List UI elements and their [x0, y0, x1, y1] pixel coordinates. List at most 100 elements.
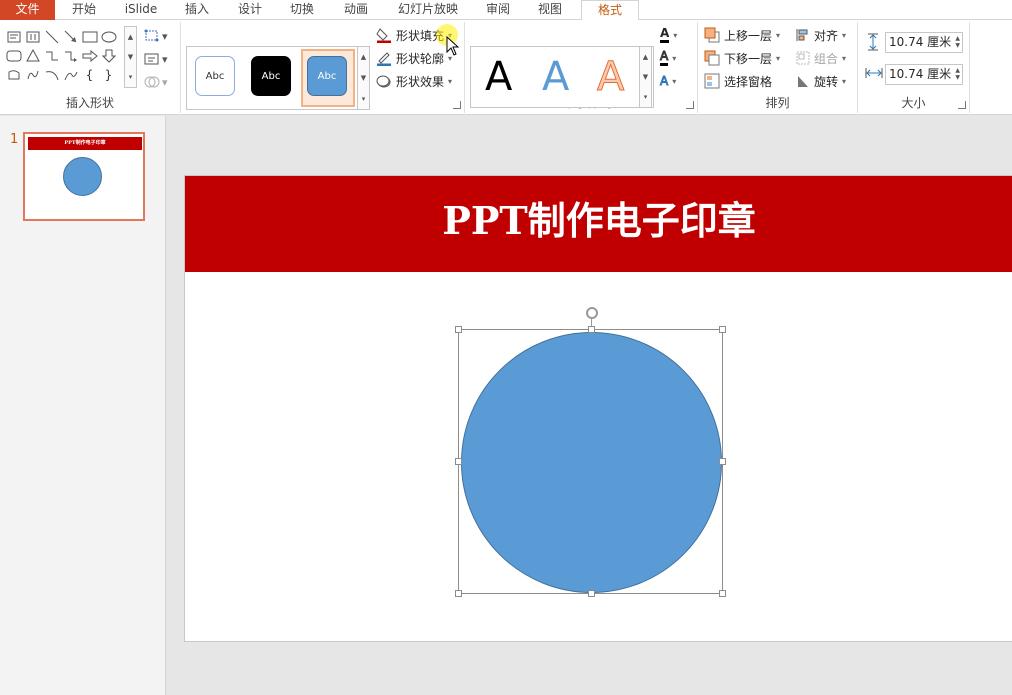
send-backward-icon — [704, 50, 720, 66]
style-sample-dark[interactable]: Abc — [251, 56, 291, 96]
text-outline-button[interactable]: A ▾ — [659, 48, 676, 68]
text-fill-button[interactable]: A ▾ — [660, 25, 677, 45]
resize-handle-right[interactable] — [719, 458, 726, 465]
paint-bucket-icon — [376, 28, 391, 43]
left-brace-shape-icon[interactable]: { — [80, 65, 99, 84]
textbox-shape-icon[interactable] — [4, 27, 23, 46]
group-label-insert-shapes: 插入形状 — [65, 96, 114, 110]
resize-handle-bottom-left[interactable] — [455, 590, 462, 597]
curve-shape-icon[interactable] — [61, 65, 80, 84]
merge-shapes-icon — [144, 76, 160, 88]
tab-home[interactable]: 开始 — [62, 0, 106, 20]
resize-handle-left[interactable] — [455, 458, 462, 465]
shapes-gallery-scroll[interactable]: ▲ ▼ ▾ — [124, 26, 137, 88]
down-arrow-shape-icon[interactable] — [99, 46, 118, 65]
tab-design[interactable]: 设计 — [228, 0, 272, 20]
ribbon: { } ▲▼▾ ▾ ▾ ▾ 插入形状 形状样式 Abc Abc Abc ▲▼▾ … — [0, 20, 1012, 115]
slide-thumbnail-pane: 1 PPT制作电子印章 — [0, 116, 166, 695]
wordart-scroll[interactable]: ▲ ▼ ▾ — [639, 46, 652, 108]
tab-transitions[interactable]: 切换 — [280, 0, 324, 20]
textbox-icon — [144, 53, 159, 65]
triangle-shape-icon[interactable] — [23, 46, 42, 65]
resize-handle-top-left[interactable] — [455, 326, 462, 333]
wordart-sample-black[interactable]: A — [485, 51, 512, 103]
resize-handle-bottom[interactable] — [588, 590, 595, 597]
slide-editor: PPT制作电子印章 — [167, 116, 1012, 695]
shape-height-input[interactable]: 10.74 厘米 ▲ ▼ — [885, 32, 963, 53]
selection-frame — [455, 307, 726, 597]
group-label-arrange: 排列 — [765, 96, 790, 110]
shape-effects-button[interactable]: 形状效果 ▾ — [376, 71, 452, 91]
selection-pane-icon — [704, 73, 720, 89]
resize-handle-top[interactable] — [588, 326, 595, 333]
height-spinner[interactable]: ▲ ▼ — [955, 35, 960, 49]
elbow-connector-shape-icon[interactable] — [42, 46, 61, 65]
shape-styles-scroll[interactable]: ▲ ▼ ▾ — [357, 46, 370, 110]
resize-handle-bottom-right[interactable] — [719, 590, 726, 597]
wordart-sample-orange[interactable]: A — [596, 51, 624, 103]
rotate-button[interactable]: 旋转 ▾ — [796, 71, 846, 91]
title-banner[interactable]: PPT制作电子印章 — [185, 176, 1012, 272]
tab-view[interactable]: 视图 — [528, 0, 572, 20]
resize-handle-top-right[interactable] — [719, 326, 726, 333]
bring-forward-button[interactable]: 上移一层 ▾ — [704, 25, 780, 45]
circle-shape[interactable] — [461, 332, 722, 593]
arrow-line-shape-icon[interactable] — [61, 27, 80, 46]
tab-slideshow[interactable]: 幻灯片放映 — [390, 0, 466, 20]
text-outline-icon: A — [659, 49, 669, 66]
tab-insert[interactable]: 插入 — [175, 0, 219, 20]
group-insert-shapes: { } ▲ ▼ ▾ ▾ ▾ ▾ 插入形状 — [0, 22, 181, 113]
shapes-gallery: { } — [4, 27, 122, 85]
text-effects-button[interactable]: A ▾ — [659, 71, 676, 91]
freeform-shape-icon[interactable] — [4, 65, 23, 84]
align-icon — [796, 29, 808, 41]
align-button[interactable]: 对齐 ▾ — [796, 25, 846, 45]
rectangle-shape-icon[interactable] — [80, 27, 99, 46]
wordart-launcher-icon[interactable] — [686, 101, 694, 109]
send-backward-button[interactable]: 下移一层 ▾ — [704, 48, 780, 68]
mouse-pointer-icon — [446, 36, 460, 56]
tab-animations[interactable]: 动画 — [334, 0, 378, 20]
elbow-arrow-shape-icon[interactable] — [61, 46, 80, 65]
text-box-button[interactable]: ▾ — [144, 52, 168, 66]
style-sample-blue[interactable]: Abc — [307, 56, 347, 96]
tab-islide[interactable]: iSlide — [115, 0, 167, 20]
vertical-textbox-shape-icon[interactable] — [23, 27, 42, 46]
wordart-sample-blue[interactable]: A — [542, 51, 569, 103]
width-spinner[interactable]: ▲ ▼ — [955, 67, 960, 81]
tab-format[interactable]: 格式 — [581, 0, 639, 21]
group-label-size: 大小 — [901, 96, 926, 110]
shape-height-icon — [868, 33, 878, 51]
right-brace-shape-icon[interactable]: } — [99, 65, 118, 84]
slide-thumbnail[interactable]: PPT制作电子印章 — [23, 132, 145, 221]
rotate-triangle-icon — [798, 76, 808, 87]
thumbnail-circle — [63, 157, 102, 196]
arc-shape-icon[interactable] — [42, 65, 61, 84]
shape-effects-icon — [376, 75, 391, 88]
shape-width-input[interactable]: 10.74 厘米 ▲ ▼ — [885, 64, 963, 85]
slide-number: 1 — [10, 132, 19, 147]
rotate-handle-icon[interactable] — [586, 307, 598, 319]
rounded-rectangle-shape-icon[interactable] — [4, 46, 23, 65]
shape-styles-gallery: Abc Abc Abc — [186, 46, 358, 110]
style-sample-outline[interactable]: Abc — [195, 56, 235, 96]
slide-title[interactable]: PPT制作电子印章 — [185, 196, 1012, 246]
scribble-shape-icon[interactable] — [23, 65, 42, 84]
merge-shapes-button[interactable]: ▾ — [144, 75, 168, 89]
ribbon-tab-bar: 文件 开始 iSlide 插入 设计 切换 动画 幻灯片放映 审阅 视图 格式 — [0, 0, 1012, 21]
group-objects-button[interactable]: 组合 ▾ — [796, 48, 846, 68]
tab-file[interactable]: 文件 — [0, 0, 55, 20]
selection-pane-button[interactable]: 选择窗格 — [704, 71, 772, 91]
text-fill-icon: A — [660, 27, 670, 43]
shape-outline-button[interactable]: 形状轮廓 ▾ — [376, 48, 452, 68]
line-shape-icon[interactable] — [42, 27, 61, 46]
edit-shape-button[interactable]: ▾ — [144, 29, 168, 43]
pen-outline-icon — [377, 52, 391, 66]
slide-canvas[interactable]: PPT制作电子印章 — [184, 175, 1012, 642]
tab-review[interactable]: 审阅 — [476, 0, 520, 20]
size-launcher-icon[interactable] — [958, 101, 966, 109]
right-arrow-shape-icon[interactable] — [80, 46, 99, 65]
oval-shape-icon[interactable] — [99, 27, 118, 46]
shape-styles-launcher-icon[interactable] — [453, 101, 461, 109]
thumbnail-title: PPT制作电子印章 — [28, 137, 142, 150]
